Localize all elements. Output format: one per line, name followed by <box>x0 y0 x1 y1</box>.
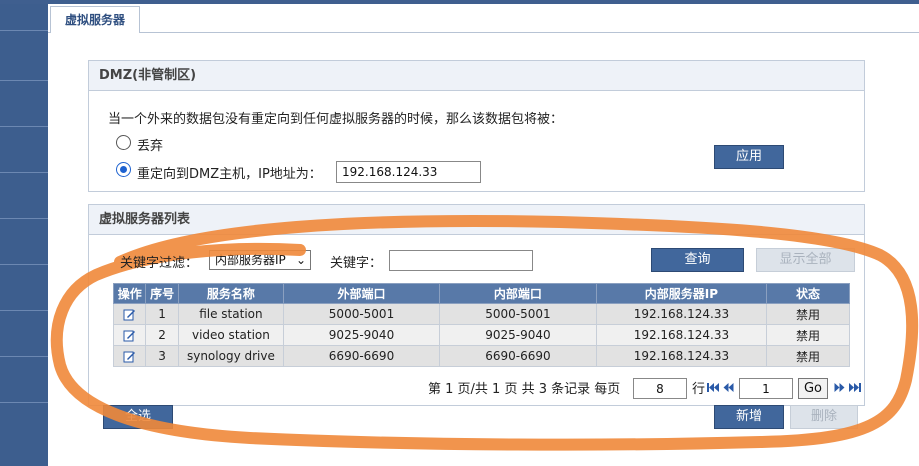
table-row: 3 synology drive 6690-6690 6690-6690 192… <box>112 345 851 367</box>
filter-select[interactable]: 内部服务器IP ⌄ <box>209 250 311 270</box>
top-bar <box>0 0 919 4</box>
apply-button[interactable]: 应用 <box>714 145 784 169</box>
row-service-name: synology drive <box>177 345 285 367</box>
row-external-port: 9025-9040 <box>283 324 440 346</box>
filter-label: 关键字过滤： <box>120 256 199 271</box>
col-header: 状态 <box>765 283 851 304</box>
keyword-input[interactable] <box>389 250 533 271</box>
page-number-input[interactable] <box>739 378 793 399</box>
row-index: 1 <box>145 303 179 325</box>
nav-divider <box>0 218 48 219</box>
select-all-button[interactable]: 全选 <box>103 405 173 429</box>
row-status: 禁用 <box>765 345 851 367</box>
row-service-name: video station <box>177 324 285 346</box>
nav-divider <box>0 172 48 173</box>
first-page-icon[interactable] <box>707 382 719 393</box>
go-button[interactable]: Go <box>798 378 828 399</box>
nav-divider <box>0 356 48 357</box>
prev-page-icon[interactable] <box>723 382 734 393</box>
nav-divider <box>0 264 48 265</box>
row-internal-port: 9025-9040 <box>438 324 597 346</box>
edit-icon[interactable] <box>123 329 136 342</box>
chevron-down-icon: ⌄ <box>295 253 306 267</box>
row-server-ip: 192.168.124.33 <box>595 345 767 367</box>
query-button[interactable]: 查询 <box>651 248 744 272</box>
row-server-ip: 192.168.124.33 <box>595 303 767 325</box>
last-page-icon[interactable] <box>849 382 861 393</box>
dmz-ip-input[interactable] <box>336 161 481 183</box>
table-row: 1 file station 5000-5001 5000-5001 192.1… <box>112 303 851 325</box>
table-header-row: 操作 序号 服务名称 外部端口 内部端口 内部服务器IP 状态 <box>112 283 851 304</box>
edit-icon[interactable] <box>123 308 136 321</box>
nav-divider <box>0 30 48 31</box>
nav-divider <box>0 80 48 81</box>
next-page-icon[interactable] <box>834 382 845 393</box>
edit-cell[interactable] <box>112 303 147 325</box>
pager-summary: 第 1 页/共 1 页 共 3 条记录 每页 <box>428 382 621 397</box>
col-header: 内部端口 <box>438 283 597 304</box>
col-header: 内部服务器IP <box>595 283 767 304</box>
dmz-description: 当一个外来的数据包没有重定向到任何虚拟服务器的时候，那么该数据包将被： <box>108 112 564 127</box>
virtual-server-table: 操作 序号 服务名称 外部端口 内部端口 内部服务器IP 状态 1 file s… <box>112 283 851 367</box>
virtual-server-panel-title: 虚拟服务器列表 <box>89 205 864 235</box>
nav-divider <box>0 310 48 311</box>
col-header: 序号 <box>145 283 179 304</box>
filter-select-value: 内部服务器IP <box>215 253 286 267</box>
nav-divider <box>0 126 48 127</box>
row-external-port: 5000-5001 <box>283 303 440 325</box>
delete-button[interactable]: 删除 <box>790 405 858 429</box>
col-header: 外部端口 <box>283 283 440 304</box>
row-server-ip: 192.168.124.33 <box>595 324 767 346</box>
add-button[interactable]: 新增 <box>714 405 784 429</box>
radio-redirect[interactable] <box>116 162 131 177</box>
radio-drop[interactable] <box>116 135 131 150</box>
row-index: 2 <box>145 324 179 346</box>
row-service-name: file station <box>177 303 285 325</box>
row-index: 3 <box>145 345 179 367</box>
table-row: 2 video station 9025-9040 9025-9040 192.… <box>112 324 851 346</box>
row-status: 禁用 <box>765 324 851 346</box>
tab-underline <box>48 32 919 33</box>
radio-drop-label: 丢弃 <box>137 139 164 154</box>
edit-cell[interactable] <box>112 324 147 346</box>
left-nav <box>0 4 48 466</box>
dmz-panel-title: DMZ(非管制区) <box>89 61 864 91</box>
edit-icon[interactable] <box>123 350 136 363</box>
row-status: 禁用 <box>765 303 851 325</box>
col-header: 服务名称 <box>177 283 285 304</box>
row-external-port: 6690-6690 <box>283 345 440 367</box>
row-internal-port: 5000-5001 <box>438 303 597 325</box>
row-internal-port: 6690-6690 <box>438 345 597 367</box>
radio-redirect-label: 重定向到DMZ主机，IP地址为： <box>137 167 322 182</box>
rows-unit-label: 行 <box>692 382 706 397</box>
nav-divider <box>0 402 48 403</box>
keyword-label: 关键字： <box>330 256 383 271</box>
edit-cell[interactable] <box>112 345 147 367</box>
per-page-input[interactable] <box>633 378 687 399</box>
col-header: 操作 <box>112 283 147 304</box>
show-all-button[interactable]: 显示全部 <box>756 248 855 272</box>
tab-virtual-server[interactable]: 虚拟服务器 <box>50 6 140 33</box>
